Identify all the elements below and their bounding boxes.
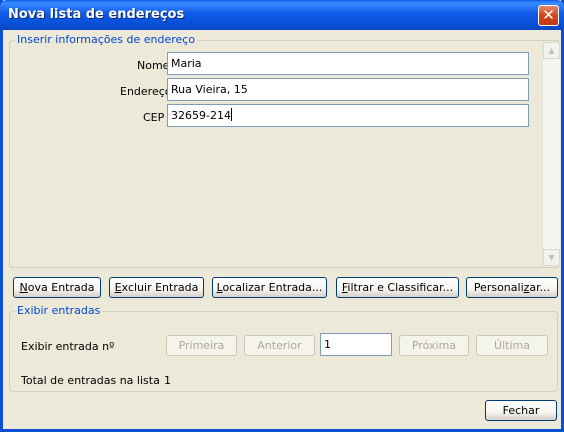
address-label: Endereço bbox=[120, 85, 172, 98]
next-button[interactable]: Próxima bbox=[399, 335, 469, 356]
vertical-scrollbar[interactable]: ▲ ▼ bbox=[542, 42, 560, 266]
title-bar: Nova lista de endereços ✕ bbox=[0, 0, 564, 30]
last-button[interactable]: Última bbox=[476, 335, 548, 356]
close-button[interactable]: Fechar bbox=[485, 400, 557, 421]
address-field[interactable]: Rua Vieira, 15 bbox=[167, 78, 529, 101]
entry-number-field[interactable]: 1 bbox=[320, 333, 392, 356]
view-entries-legend: Exibir entradas bbox=[15, 304, 103, 317]
address-list-dialog: Nova lista de endereços ✕ Inserir inform… bbox=[0, 0, 564, 432]
close-window-button[interactable]: ✕ bbox=[538, 5, 559, 26]
window-title: Nova lista de endereços bbox=[8, 7, 185, 22]
new-entry-button[interactable]: Nova Entrada bbox=[13, 277, 101, 298]
total-entries-label: Total de entradas na lista bbox=[21, 374, 160, 387]
previous-button[interactable]: Anterior bbox=[244, 335, 315, 356]
name-field[interactable]: Maria bbox=[167, 52, 529, 75]
show-entry-label: Exibir entrada nº bbox=[21, 340, 115, 353]
zip-label: CEP bbox=[143, 111, 165, 124]
filter-sort-button[interactable]: Filtrar e Classificar... bbox=[336, 277, 459, 298]
total-entries-value: 1 bbox=[164, 374, 171, 387]
delete-entry-button[interactable]: Excluir Entrada bbox=[109, 277, 204, 298]
zip-field[interactable]: 32659-214 bbox=[167, 104, 529, 127]
first-button[interactable]: Primeira bbox=[166, 335, 237, 356]
customize-button[interactable]: Personalizar... bbox=[466, 277, 558, 298]
scroll-up-icon[interactable]: ▲ bbox=[543, 42, 560, 59]
text-caret bbox=[230, 108, 232, 121]
address-info-legend: Inserir informações de endereço bbox=[15, 33, 198, 46]
name-label: Nome bbox=[137, 59, 170, 72]
zip-value: 32659-214 bbox=[171, 109, 231, 122]
find-entry-button[interactable]: Localizar Entrada... bbox=[212, 277, 327, 298]
scroll-down-icon[interactable]: ▼ bbox=[543, 249, 560, 266]
